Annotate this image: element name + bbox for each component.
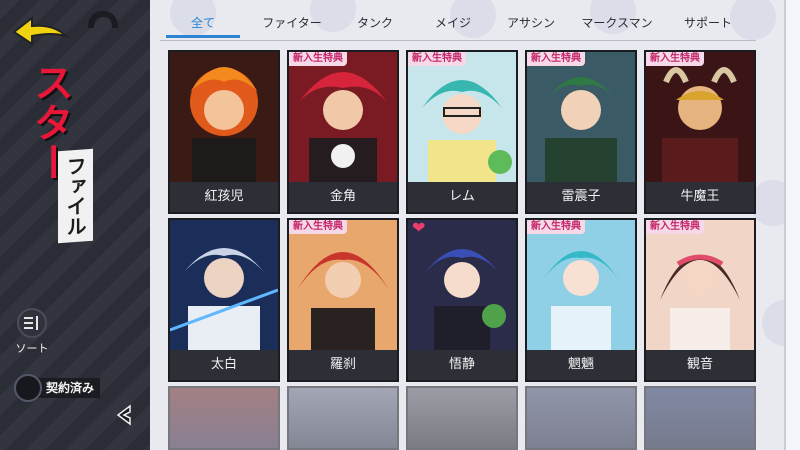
tab-mage[interactable]: メイジ [412, 10, 494, 40]
tab-marksman[interactable]: マークスマン [568, 10, 666, 40]
character-grid: 紅孩児 新入生特典 金角 新入生特典 レム 新入生特典 雷震子 新入生特典 牛魔… [168, 50, 758, 450]
back-arrow-icon [12, 15, 70, 46]
character-name: 魍魎 [527, 350, 635, 380]
character-portrait [408, 220, 516, 350]
character-card[interactable]: 新入生特典 観音 [644, 218, 756, 382]
new-student-badge: 新入生特典 [527, 220, 585, 234]
character-card[interactable]: 新入生特典 レム [406, 50, 518, 214]
character-card[interactable]: 新入生特典 牛魔王 [644, 50, 756, 214]
character-name: 雷震子 [527, 182, 635, 212]
new-student-badge: 新入生特典 [527, 52, 585, 66]
character-name: 悟静 [408, 350, 516, 380]
character-card[interactable] [168, 386, 280, 450]
new-student-badge: 新入生特典 [646, 52, 704, 66]
back-button[interactable] [10, 14, 70, 50]
character-name: レム [408, 182, 516, 212]
collapse-arrow-icon[interactable] [114, 404, 136, 426]
sort-label: ソート [15, 342, 49, 355]
contracted-filter-toggle[interactable]: 契約済み [14, 374, 130, 402]
heart-icon: ❤ [412, 218, 426, 237]
character-card[interactable]: 新入生特典 羅刹 [287, 218, 399, 382]
character-card[interactable]: 紅孩児 [168, 50, 280, 214]
character-portrait [527, 52, 635, 182]
role-tabs: 全て ファイター タンク メイジ アサシン マークスマン サポート [160, 10, 760, 40]
character-card[interactable]: 新入生特典 魍魎 [525, 218, 637, 382]
character-name: 牛魔王 [646, 182, 754, 212]
new-student-badge: 新入生特典 [408, 52, 466, 66]
toggle-knob [14, 374, 42, 402]
contracted-filter-label: 契約済み [36, 378, 101, 398]
character-card[interactable] [644, 386, 756, 450]
character-portrait [646, 220, 754, 350]
character-card[interactable] [406, 386, 518, 450]
tab-all[interactable]: 全て [160, 10, 246, 40]
new-student-badge: 新入生特典 [289, 220, 347, 234]
character-name: 金角 [289, 182, 397, 212]
tab-tank[interactable]: タンク [338, 10, 412, 40]
character-name: 観音 [646, 350, 754, 380]
character-portrait [527, 220, 635, 350]
character-card[interactable]: 新入生特典 金角 [287, 50, 399, 214]
sort-button[interactable]: ソート [12, 308, 52, 356]
character-portrait [170, 220, 278, 350]
character-card[interactable] [525, 386, 637, 450]
character-portrait [408, 52, 516, 182]
character-name: 羅刹 [289, 350, 397, 380]
curl-icon [88, 10, 118, 29]
right-frame-edge [784, 0, 800, 450]
character-card[interactable]: ❤ 悟静 [406, 218, 518, 382]
new-student-badge: 新入生特典 [646, 220, 704, 234]
character-name: 紅孩児 [170, 182, 278, 212]
character-card[interactable]: 新入生特典 雷震子 [525, 50, 637, 214]
character-portrait [289, 220, 397, 350]
sort-icon [17, 308, 47, 338]
character-card[interactable] [287, 386, 399, 450]
tab-assassin[interactable]: アサシン [494, 10, 568, 40]
character-name: 太白 [170, 350, 278, 380]
page-title-sub: ファイル [58, 148, 93, 244]
character-card[interactable]: 太白 [168, 218, 280, 382]
new-student-badge: 新入生特典 [289, 52, 347, 66]
tab-fighter[interactable]: ファイター [246, 10, 338, 40]
character-portrait [170, 52, 278, 182]
tab-support[interactable]: サポート [666, 10, 750, 40]
character-portrait [646, 52, 754, 182]
character-portrait [289, 52, 397, 182]
tab-divider [160, 40, 756, 41]
